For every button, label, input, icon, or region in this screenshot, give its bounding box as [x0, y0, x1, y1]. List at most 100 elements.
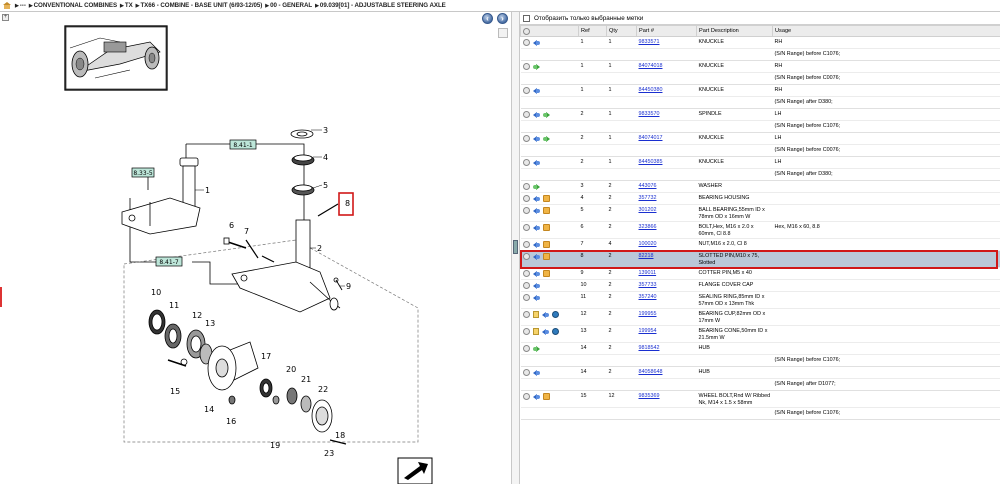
callout-label[interactable]: 18: [335, 431, 345, 440]
gear-icon[interactable]: [522, 195, 530, 202]
forward-arrow-icon[interactable]: [542, 111, 550, 118]
gear-icon[interactable]: [522, 207, 530, 214]
callout-label[interactable]: 12: [192, 311, 202, 320]
gear-icon[interactable]: [522, 224, 530, 231]
part-number-link[interactable]: 9818542: [639, 345, 660, 351]
part-number-link[interactable]: 84450385: [639, 159, 663, 165]
gear-icon[interactable]: [522, 311, 530, 318]
back-arrow-icon[interactable]: [532, 87, 540, 94]
table-row[interactable]: 15 12 9835369 WHEEL BOLT,Rnd W/ Ribbed Nk, …: [520, 390, 1000, 408]
next-diagram-arrow-icon[interactable]: [397, 457, 433, 484]
table-row[interactable]: 14 2 84058648 HUB: [520, 366, 1000, 379]
table-row[interactable]: 1 1 9833571 KNUCKLE RH: [520, 36, 1000, 49]
gear-icon[interactable]: [522, 183, 530, 190]
box-icon[interactable]: [542, 195, 550, 202]
callout-label[interactable]: 15: [170, 387, 180, 396]
part-number-link[interactable]: 357240: [639, 294, 657, 300]
breadcrumb-item[interactable]: ▶00 - GENERAL: [265, 2, 312, 9]
table-row[interactable]: 7 4 100020 NUT,M16 x 2.0, Cl 8: [520, 238, 1000, 251]
gear-icon[interactable]: [522, 328, 530, 335]
part-number-link[interactable]: 9833571: [639, 39, 660, 45]
callout-label[interactable]: 20: [286, 365, 296, 374]
callout-label[interactable]: 4: [323, 153, 328, 162]
ref-tag[interactable]: 8.33-5: [131, 167, 155, 178]
back-arrow-icon[interactable]: [541, 311, 549, 318]
table-row[interactable]: 2 1 9833570 SPINDLE LH: [520, 108, 1000, 121]
part-number-link[interactable]: 323866: [639, 224, 657, 230]
part-number-link[interactable]: 443076: [639, 183, 657, 189]
breadcrumb-item[interactable]: ▶09.039[01] - ADJUSTABLE STEERING AXLE: [315, 2, 446, 9]
breadcrumb-item[interactable]: ▶TX: [120, 2, 133, 9]
forward-arrow-icon[interactable]: [532, 63, 540, 70]
gear-icon[interactable]: [522, 241, 530, 248]
back-arrow-icon[interactable]: [532, 369, 540, 376]
home-icon[interactable]: [3, 2, 11, 9]
table-row[interactable]: 6 2 323866 BOLT,Hex, M16 x 2.0 x 60mm, Cl 8…: [520, 221, 1000, 239]
callout-label[interactable]: 5: [323, 181, 328, 190]
doc-icon[interactable]: [532, 328, 539, 335]
header-usage[interactable]: Usage: [772, 25, 1000, 37]
table-row[interactable]: 3 2 443076 WASHER: [520, 180, 1000, 193]
forward-arrow-icon[interactable]: [532, 345, 540, 352]
part-number-link[interactable]: 84074018: [639, 63, 663, 69]
back-arrow-icon[interactable]: [532, 253, 540, 260]
forward-arrow-icon[interactable]: [542, 135, 550, 142]
part-number-link[interactable]: 82218: [639, 253, 654, 259]
callout-label[interactable]: 19: [270, 441, 280, 450]
table-row[interactable]: 11 2 357240 SEALING RING,85mm ID x 57mm OD …: [520, 291, 1000, 309]
part-number-link[interactable]: 357733: [639, 282, 657, 288]
gear-icon[interactable]: [522, 345, 530, 352]
part-number-link[interactable]: 9835369: [639, 393, 660, 399]
callout-label[interactable]: 9: [346, 282, 351, 291]
table-row[interactable]: 10 2 357733 FLANGE COVER CAP: [520, 279, 1000, 292]
gear-icon[interactable]: [522, 159, 530, 166]
panel-splitter[interactable]: [512, 12, 520, 484]
header-ref[interactable]: Ref: [578, 25, 607, 37]
part-number-link[interactable]: 199955: [639, 311, 657, 317]
back-arrow-icon[interactable]: [532, 224, 540, 231]
table-row[interactable]: 4 2 357732 BEARING HOUSING: [520, 192, 1000, 205]
box-icon[interactable]: [542, 241, 550, 248]
header-description[interactable]: Part Description: [696, 25, 773, 37]
gear-icon[interactable]: [522, 294, 530, 301]
gear-icon[interactable]: [522, 87, 530, 94]
table-row[interactable]: 8 2 82218 SLOTTED PIN,M10 x 75, Slotted: [520, 250, 1000, 268]
header-part-number[interactable]: Part #: [636, 25, 697, 37]
breadcrumb-item[interactable]: ▶---: [15, 2, 26, 9]
back-arrow-icon[interactable]: [532, 241, 540, 248]
callout-label[interactable]: 6: [229, 221, 234, 230]
back-arrow-icon[interactable]: [532, 393, 540, 400]
blue-dot-icon[interactable]: [551, 311, 559, 318]
table-row[interactable]: 9 2 139011 COTTER PIN,M5 x 40: [520, 267, 1000, 280]
table-row[interactable]: 12 2 199955 BEARING CUP,82mm OD x 17mm W: [520, 308, 1000, 326]
back-arrow-icon[interactable]: [532, 294, 540, 301]
back-arrow-icon[interactable]: [541, 328, 549, 335]
callout-label[interactable]: 1: [205, 186, 210, 195]
callout-label[interactable]: 16: [226, 417, 236, 426]
ref-tag[interactable]: 8.41-1: [229, 139, 257, 150]
callout-label[interactable]: 11: [169, 301, 179, 310]
back-arrow-icon[interactable]: [532, 135, 540, 142]
gear-icon[interactable]: [522, 393, 530, 400]
part-number-link[interactable]: 357732: [639, 195, 657, 201]
callout-label[interactable]: 8: [345, 199, 350, 208]
callout-label[interactable]: 13: [205, 319, 215, 328]
back-arrow-icon[interactable]: [532, 111, 540, 118]
box-icon[interactable]: [542, 253, 550, 260]
table-row[interactable]: 1 1 84074018 KNUCKLE RH: [520, 60, 1000, 73]
table-row[interactable]: 2 1 84450385 KNUCKLE LH: [520, 156, 1000, 169]
callout-label[interactable]: 21: [301, 375, 311, 384]
gear-icon[interactable]: [522, 63, 530, 70]
table-row[interactable]: 5 2 301202 BALL BEARING,55mm ID x 78mm OD x…: [520, 204, 1000, 222]
back-arrow-icon[interactable]: [532, 207, 540, 214]
table-row[interactable]: 1 1 84450380 KNUCKLE RH: [520, 84, 1000, 97]
gear-icon[interactable]: [522, 111, 530, 118]
gear-icon[interactable]: [522, 369, 530, 376]
part-number-link[interactable]: 9833570: [639, 111, 660, 117]
table-row[interactable]: 14 2 9818542 HUB: [520, 342, 1000, 355]
blue-dot-icon[interactable]: [551, 328, 559, 335]
gear-icon[interactable]: [522, 39, 530, 46]
back-arrow-icon[interactable]: [532, 195, 540, 202]
callout-label[interactable]: 23: [324, 449, 334, 458]
part-number-link[interactable]: 100020: [639, 241, 657, 247]
